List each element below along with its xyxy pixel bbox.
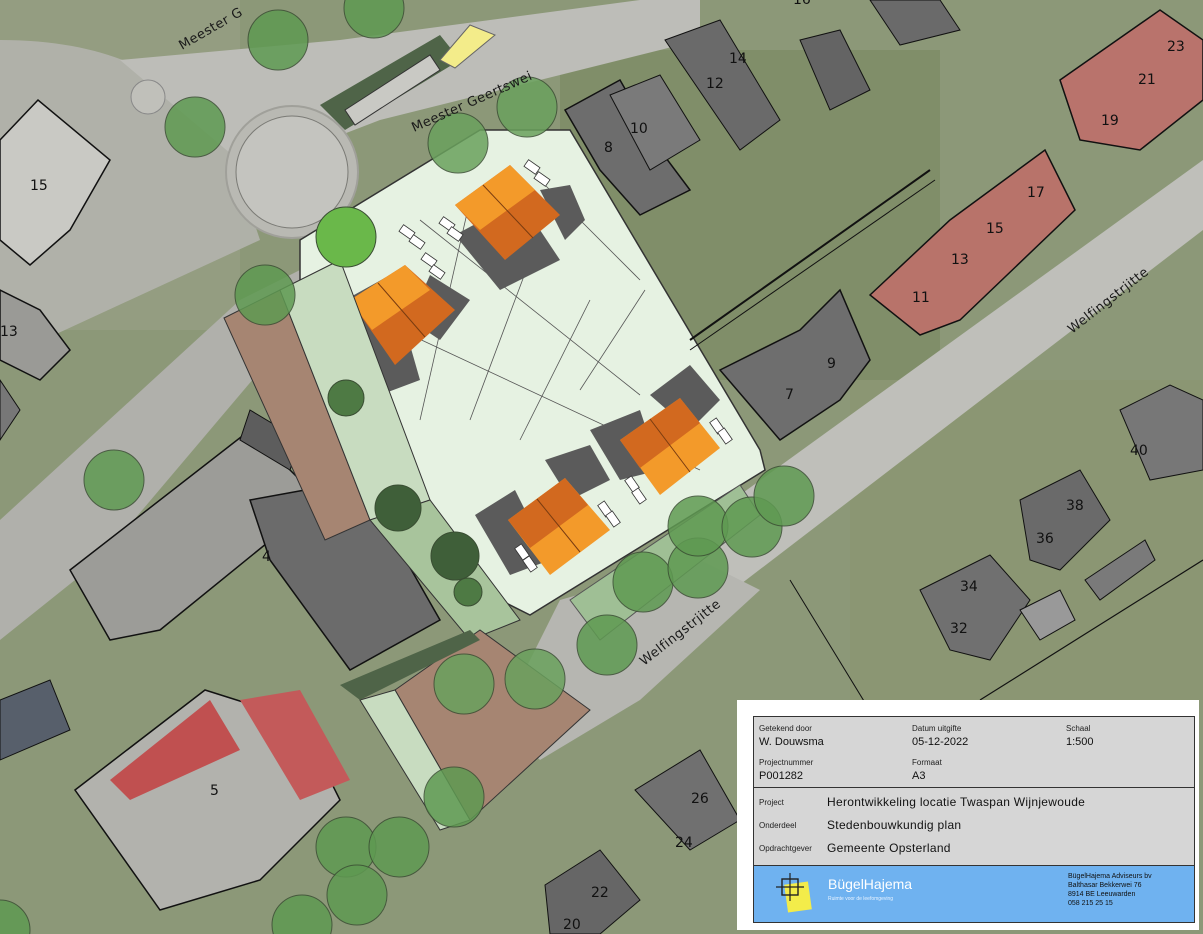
small-roundabout: [130, 79, 166, 115]
project-number-value: P001282: [759, 770, 804, 782]
house-number: 4: [262, 549, 271, 565]
house-number: 38: [1066, 498, 1084, 514]
project-label: Project: [759, 798, 784, 807]
company-tagline: Ruimte voor de leefomgeving: [828, 896, 894, 902]
house-number: 11: [912, 290, 930, 306]
scale-value: 1:500: [1066, 736, 1094, 748]
scale-label: Schaal: [1066, 724, 1091, 733]
house-number: 8: [604, 140, 613, 156]
house-number: 13: [0, 324, 18, 340]
format-value: A3: [912, 770, 926, 782]
project-value: Herontwikkeling locatie Twaspan Wijnjewo…: [827, 795, 1086, 809]
house-number: 16: [793, 0, 811, 8]
company-address: BügelHajema Adviseurs bv Balthasar Bekke…: [1068, 872, 1152, 908]
house-number: 34: [960, 579, 978, 595]
house-number: 10: [630, 121, 648, 137]
title-block-meta: Getekend door W. Douwsma Datum uitgifte …: [754, 717, 1194, 788]
drawn-by-label: Getekend door: [759, 724, 812, 733]
title-block-company: BügelHajema Ruimte voor de leefomgeving …: [754, 866, 1194, 922]
house-number: 23: [1167, 39, 1185, 55]
project-number-label: Projectnummer: [759, 758, 814, 767]
company-name: BügelHajema: [828, 876, 913, 892]
house-number: 12: [706, 76, 724, 92]
title-block: Getekend door W. Douwsma Datum uitgifte …: [737, 700, 1199, 930]
house-number: 17: [1027, 185, 1045, 201]
address-line: 8914 BE Leeuwarden: [1068, 891, 1136, 898]
part-value: Stedenbouwkundig plan: [827, 818, 962, 832]
address-line: Balthasar Bekkerwei 76: [1068, 882, 1142, 889]
house-number: 14: [729, 51, 747, 67]
date-label: Datum uitgifte: [912, 724, 962, 733]
house-number: 15: [986, 221, 1004, 237]
date-value: 05-12-2022: [912, 736, 969, 748]
title-block-frame: Getekend door W. Douwsma Datum uitgifte …: [753, 716, 1195, 923]
company-logo-icon: [776, 873, 812, 913]
format-label: Formaat: [912, 758, 942, 767]
client-value: Gemeente Opsterland: [827, 841, 951, 855]
house-number: 21: [1138, 72, 1156, 88]
house-number: 19: [1101, 113, 1119, 129]
house-number: 32: [950, 621, 968, 637]
house-number: 13: [951, 252, 969, 268]
house-number: 20: [563, 917, 581, 933]
house-number: 22: [591, 885, 609, 901]
house-number: 40: [1130, 443, 1148, 459]
house-number: 15: [30, 178, 48, 194]
client-label: Opdrachtgever: [759, 844, 812, 853]
drawn-by-value: W. Douwsma: [759, 736, 824, 748]
house-number: 36: [1036, 531, 1054, 547]
address-line: 058 215 25 15: [1068, 900, 1113, 907]
address-line: BügelHajema Adviseurs bv: [1068, 873, 1152, 880]
house-number: 9: [827, 356, 836, 372]
house-number: 24: [675, 835, 693, 851]
house-number: 26: [691, 791, 709, 807]
part-label: Onderdeel: [759, 821, 797, 830]
house-number: 7: [785, 387, 794, 403]
title-block-project: Project Herontwikkeling locatie Twaspan …: [754, 788, 1194, 866]
house-number: 5: [210, 783, 219, 799]
